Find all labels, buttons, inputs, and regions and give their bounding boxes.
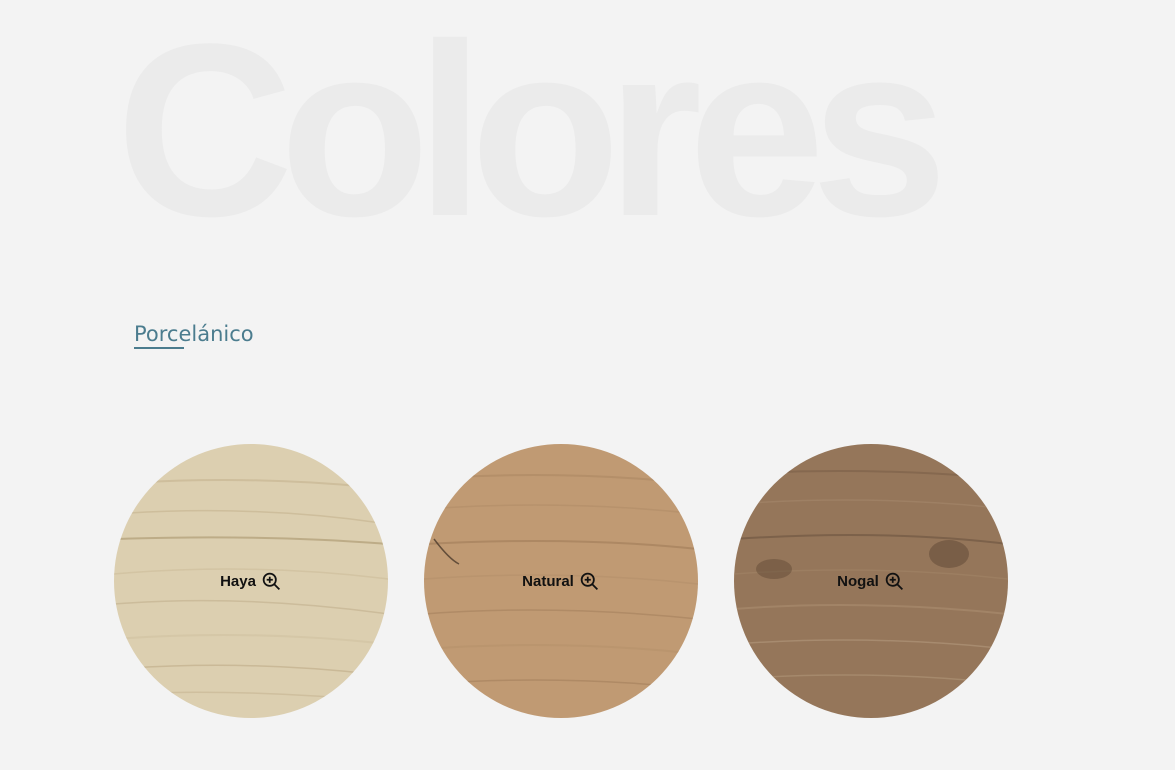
swatch-label: Nogal: [837, 572, 879, 590]
page: Colores Porcelánico Haya Natural Nogal: [0, 0, 1175, 770]
zoom-in-icon[interactable]: [579, 571, 600, 592]
link-underline: [134, 347, 184, 349]
category-link-label: Porcelánico: [134, 322, 254, 346]
swatch-label-wrap: Haya: [114, 444, 388, 718]
zoom-in-icon[interactable]: [261, 571, 282, 592]
swatch-natural[interactable]: Natural: [424, 444, 698, 718]
swatch-haya[interactable]: Haya: [114, 444, 388, 718]
swatch-nogal[interactable]: Nogal: [734, 444, 1008, 718]
swatch-label: Haya: [220, 572, 256, 590]
page-title: Colores: [116, 0, 948, 268]
zoom-in-icon[interactable]: [884, 571, 905, 592]
swatch-label-wrap: Nogal: [734, 444, 1008, 718]
category-link-porcelanico[interactable]: Porcelánico: [134, 322, 254, 349]
swatch-label: Natural: [522, 572, 574, 590]
swatch-label-wrap: Natural: [424, 444, 698, 718]
